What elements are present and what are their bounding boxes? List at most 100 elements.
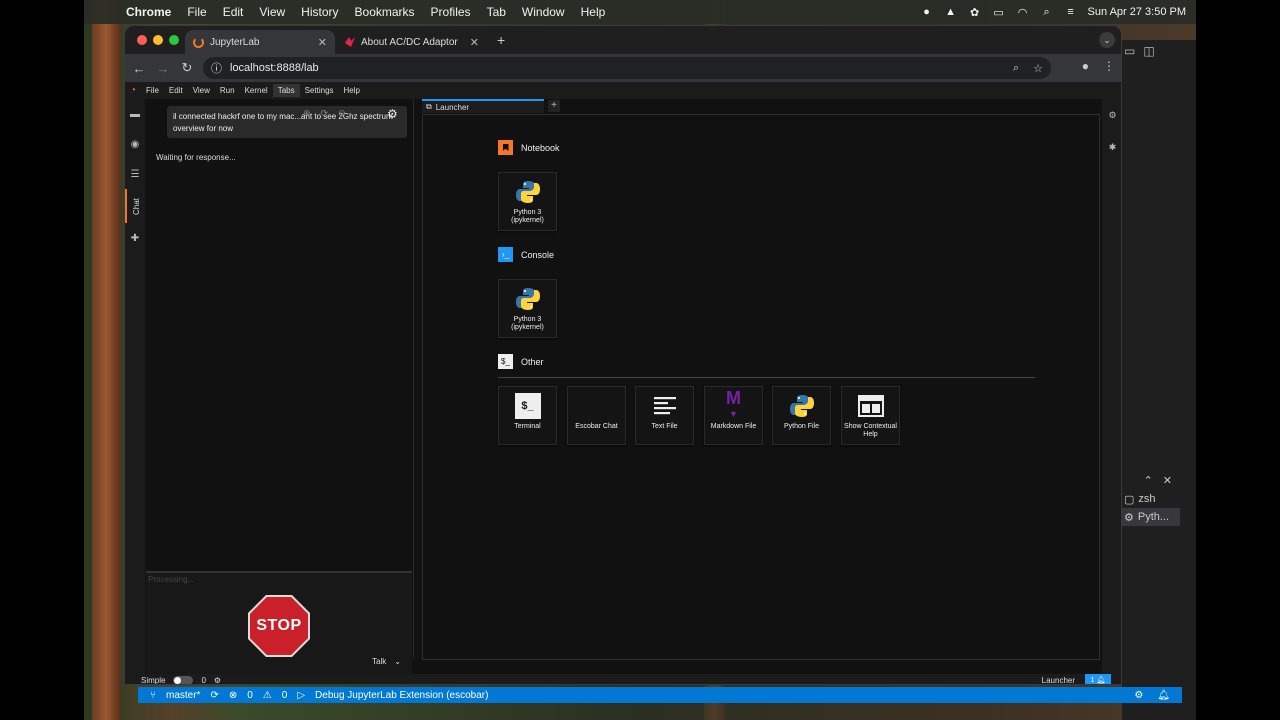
card-label: Python File [783,423,820,430]
bookmark-star-icon[interactable]: ☆ [1033,62,1043,75]
branch-icon[interactable]: ⑂ [150,690,156,701]
terminal-icon: ▢ [1124,493,1135,506]
jmenu-file[interactable]: File [141,84,164,97]
errors-count[interactable]: 0 [247,690,253,701]
menubar-clock[interactable]: Sun Apr 27 3:50 PM [1088,6,1186,18]
stop-button[interactable]: STOP [250,597,308,655]
extension-puzzle-icon[interactable]: ✚ [125,223,145,253]
address-bar[interactable]: ⓘ localhost:8888/lab ⌕ ☆ [203,57,1051,79]
close-window-button[interactable] [137,35,147,45]
search-icon[interactable]: ⌕ [1040,6,1054,18]
launcher-card-text-file[interactable]: Text File [635,386,694,445]
menu-file[interactable]: File [179,5,214,19]
jmenu-run[interactable]: Run [215,84,240,97]
delete-icon[interactable]: ⊖ [338,108,346,119]
chat-input[interactable]: Processing... STOP Talk ⌄ [146,571,412,675]
site-info-icon[interactable]: ⓘ [211,60,222,76]
terminal-item-label: Pyth... [1137,511,1170,523]
debug-config[interactable]: Debug JupyterLab Extension (escobar) [315,690,488,701]
url-text[interactable]: localhost:8888/lab [230,62,319,74]
section-console: ›_ Console [498,247,554,262]
new-tab-icon[interactable]: + [497,32,505,48]
branch-name[interactable]: master* [166,690,200,701]
profile-icon[interactable]: ● [1082,59,1089,73]
jmenu-settings[interactable]: Settings [300,84,339,97]
layout-icon[interactable]: ▭ [1124,44,1135,58]
zoom-window-button[interactable] [169,35,179,45]
jmenu-tabs[interactable]: Tabs [272,84,300,97]
back-icon[interactable]: ← [127,61,151,76]
launcher-panel: Notebook Python 3 (ipykernel) ›_ Console [422,114,1100,660]
notification-count: 1 [1090,676,1095,684]
menu-help[interactable]: Help [573,5,614,19]
copilot-icon[interactable]: ⚙ [1134,690,1143,701]
minimize-window-button[interactable] [153,35,163,45]
sync-icon[interactable]: ⟳ [210,690,218,701]
jmenu-kernel[interactable]: Kernel [240,84,273,97]
menu-view[interactable]: View [251,5,293,19]
record-icon[interactable]: ● [920,6,934,18]
launcher-card-contextual-help[interactable]: Show Contextual Help [841,386,900,445]
kebab-menu-icon[interactable]: ⋮ [1103,59,1115,73]
close-tab-icon[interactable]: ✕ [470,36,479,49]
wifi-icon[interactable]: ◠ [1016,6,1030,19]
menu-edit[interactable]: Edit [215,5,252,19]
notification-bell[interactable]: 1 🔔︎ [1085,674,1111,684]
toc-icon[interactable]: ☰ [125,159,145,189]
jmenu-edit[interactable]: Edit [164,84,188,97]
tab-launcher[interactable]: ⧉ Launcher [422,99,544,113]
chevron-up-icon[interactable]: ⌃ [1144,474,1153,487]
jmenu-view[interactable]: View [188,84,215,97]
card-label: Markdown File [710,423,757,430]
debugger-icon[interactable]: ✱ [1102,131,1121,163]
launcher-card-markdown-file[interactable]: M ▼ Markdown File [704,386,763,445]
terminal-item-python[interactable]: ⚙ Pyth... [1120,508,1180,526]
reload-icon[interactable]: ↻ [175,60,199,76]
battery-icon[interactable]: ▭ [992,6,1006,19]
running-icon[interactable]: ◉ [125,129,145,159]
talk-mode-select[interactable]: Talk ⌄ [372,657,401,666]
menu-profiles[interactable]: Profiles [423,5,479,19]
settings-gear-icon[interactable]: ⚙ [387,107,398,121]
terminal-count[interactable]: 0 [201,676,205,685]
launcher-card-python3-notebook[interactable]: Python 3 (ipykernel) [498,172,557,231]
menu-app-name[interactable]: Chrome [118,5,179,19]
user-message: il connected hackrf one to my mac...ant … [167,106,407,138]
debug-icon[interactable]: ▷ [297,690,305,701]
launcher-card-terminal[interactable]: $_ Terminal [498,386,557,445]
zoom-icon[interactable]: ⌕ [1013,62,1019,75]
python-icon [515,286,541,312]
kernel-status-icon[interactable]: ⚙ [214,676,221,685]
errors-icon[interactable]: ⊗ [229,690,237,701]
regenerate-icon[interactable]: ⟳ [321,108,329,119]
tab-acdc-adaptor[interactable]: About AC/DC Adaptor used w ✕ [337,30,487,54]
menu-window[interactable]: Window [514,5,573,19]
warnings-count[interactable]: 0 [282,690,288,701]
menu-bookmarks[interactable]: Bookmarks [347,5,423,19]
close-icon[interactable]: ✕ [1163,474,1172,487]
upload-icon[interactable]: ▲ [944,6,958,18]
menu-tab[interactable]: Tab [479,5,514,19]
control-center-icon[interactable]: ≡ [1064,6,1078,18]
forward-icon[interactable]: → [151,61,175,76]
terminal-item-zsh[interactable]: ▢ zsh [1120,490,1180,508]
tab-jupyterlab[interactable]: JupyterLab ✕ [185,30,335,54]
property-inspector-icon[interactable]: ⚙ [1102,99,1121,131]
launcher-card-python3-console[interactable]: Python 3 (ipykernel) [498,279,557,338]
warning-icon[interactable]: ⚠ [263,690,272,701]
split-icon[interactable]: ◫ [1143,44,1154,58]
tab-search-icon[interactable]: ⌄ [1099,32,1115,48]
openai-icon[interactable]: ✿ [968,6,982,19]
launcher-card-escobar-chat[interactable]: Escobar Chat [567,386,626,445]
launcher-card-python-file[interactable]: Python File [772,386,831,445]
folder-icon[interactable]: ▬ [125,99,145,129]
menu-history[interactable]: History [293,5,346,19]
jmenu-help[interactable]: Help [339,84,365,97]
bell-icon[interactable]: 🔔︎ [1157,690,1170,701]
close-tab-icon[interactable]: ✕ [318,36,327,49]
simple-mode-toggle[interactable] [173,675,194,684]
add-launcher-icon[interactable]: + [548,100,560,112]
add-icon[interactable]: ⊕ [303,108,311,119]
sidebar-tab-chat[interactable]: Chat [125,189,145,223]
jupyter-statusbar: Simple 0 ⚙ Launcher 1 🔔︎ [125,674,1121,685]
